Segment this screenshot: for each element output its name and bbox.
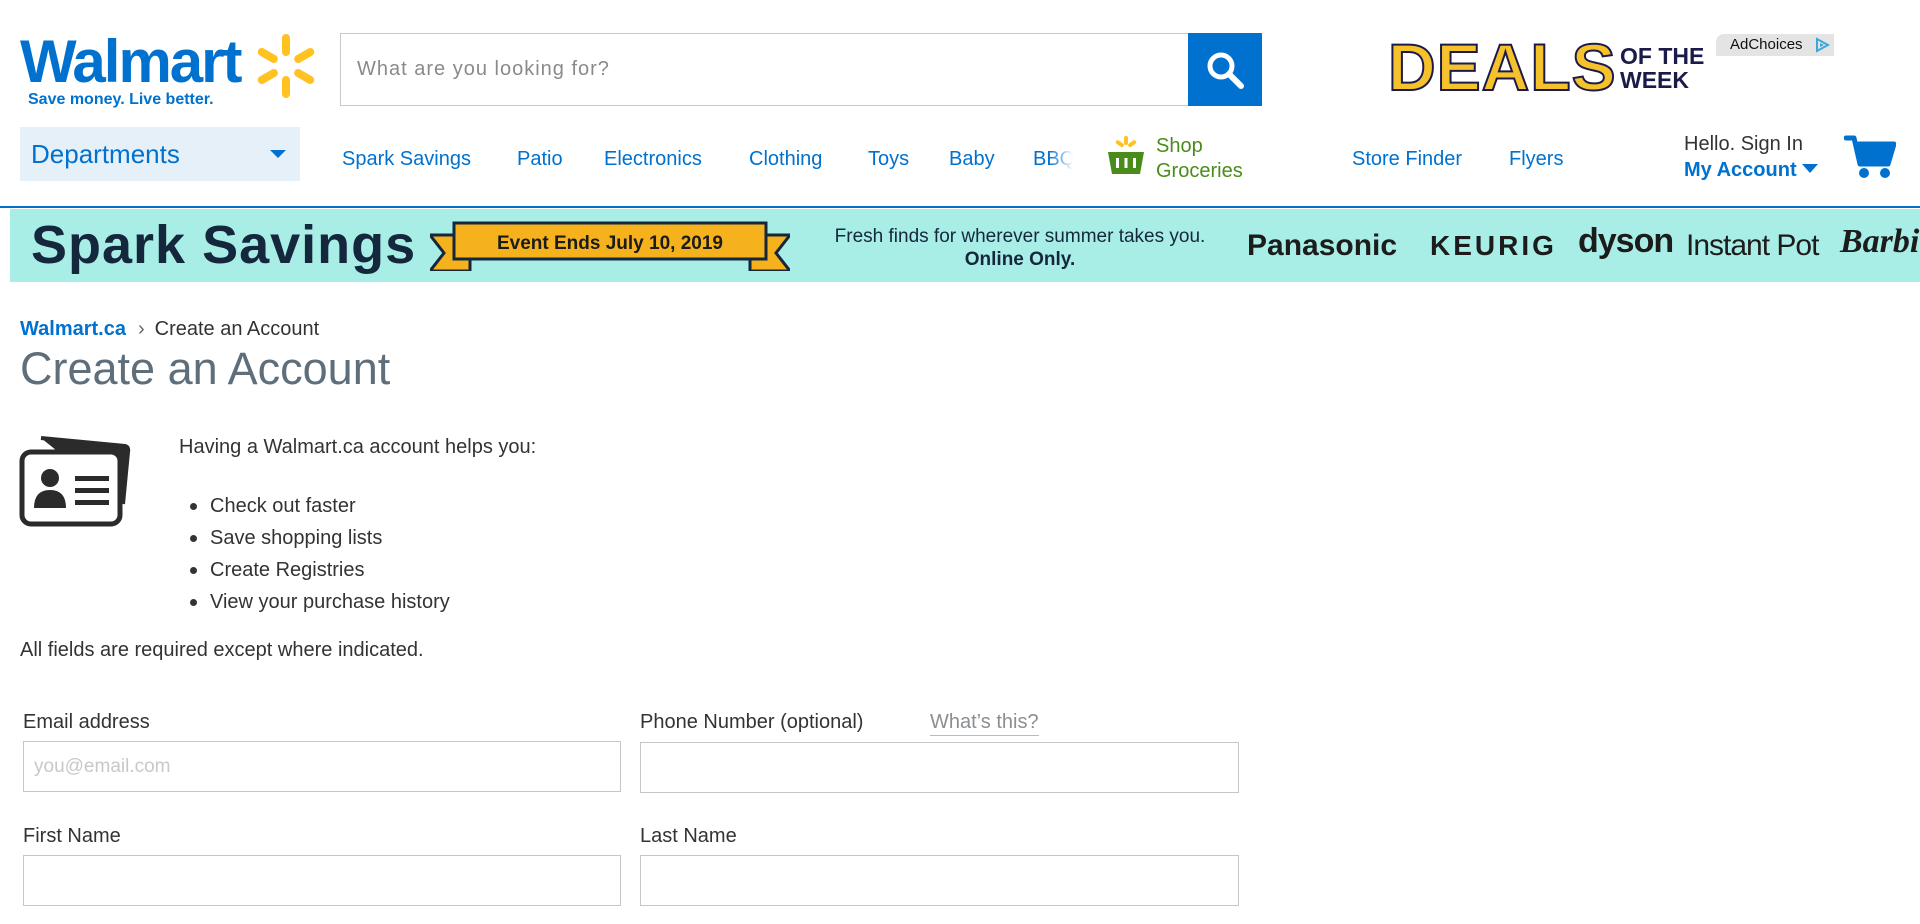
spark-savings-banner[interactable]: Spark Savings Event Ends July 10, 2019 F…	[10, 209, 1920, 282]
last-name-label: Last Name	[640, 825, 737, 847]
page-title: Create an Account	[20, 343, 391, 394]
logo-wordmark: Walmart	[20, 28, 242, 95]
nav-electronics[interactable]: Electronics	[604, 148, 702, 171]
event-ribbon: Event Ends July 10, 2019	[430, 221, 790, 271]
deals-of-the-week-ad[interactable]: DEALS OF THE WEEK	[1387, 30, 1708, 104]
banner-title: Spark Savings	[31, 215, 417, 275]
banner-tagline-text: Fresh finds for wherever summer takes yo…	[834, 226, 1206, 247]
chevron-down-icon	[270, 150, 286, 158]
bullet-icon	[190, 567, 197, 574]
list-item: Create Registries	[186, 554, 450, 586]
list-item: View your purchase history	[186, 586, 450, 618]
id-card-icon	[19, 436, 131, 527]
brand-keurig: KEURIG	[1430, 230, 1557, 261]
benefit-text: Create Registries	[210, 559, 365, 581]
grocery-basket-icon	[1108, 136, 1144, 174]
nav-patio[interactable]: Patio	[517, 148, 563, 171]
breadcrumb-separator: ›	[137, 318, 145, 340]
ad-deals-text: DEALS	[1387, 30, 1617, 104]
departments-dropdown[interactable]: Departments	[20, 127, 300, 181]
header-divider	[0, 206, 1920, 208]
my-account-label: My Account	[1684, 159, 1797, 181]
search-input[interactable]	[340, 33, 1188, 106]
brand-dyson: dyson	[1578, 222, 1674, 260]
search-bar	[340, 33, 1262, 106]
email-field[interactable]	[23, 741, 621, 792]
logo-tagline: Save money. Live better.	[28, 91, 214, 108]
banner-tagline: Fresh finds for wherever summer takes yo…	[810, 225, 1230, 271]
adchoices-link[interactable]: AdChoices	[1716, 34, 1834, 56]
nav-spark-savings[interactable]: Spark Savings	[342, 148, 471, 171]
benefit-text: Save shopping lists	[210, 527, 383, 549]
shop-groceries-label: Shop Groceries	[1156, 135, 1243, 182]
nav-flyers[interactable]: Flyers	[1509, 148, 1563, 171]
email-label: Email address	[23, 711, 150, 733]
account-menu[interactable]: Hello. Sign In My Account	[1684, 133, 1818, 182]
list-item: Save shopping lists	[186, 522, 450, 554]
brand-panasonic: Panasonic	[1247, 229, 1398, 262]
last-name-field[interactable]	[640, 855, 1239, 906]
nav-bbq[interactable]: BBQ	[1033, 148, 1073, 171]
list-item: Check out faster	[186, 490, 450, 522]
breadcrumb: Walmart.ca › Create an Account	[20, 318, 319, 341]
nav-toys[interactable]: Toys	[868, 148, 909, 171]
brand-barbie: Barbie	[1840, 223, 1920, 260]
walmart-logo[interactable]: Walmart Save money. Live better.	[20, 28, 315, 114]
phone-field[interactable]	[640, 742, 1239, 793]
departments-label: Departments	[31, 138, 180, 169]
account-benefits-intro: Having a Walmart.ca account helps you:	[179, 436, 537, 458]
required-fields-note: All fields are required except where ind…	[20, 639, 424, 661]
banner-online-only: Online Only.	[964, 249, 1076, 270]
my-account-link[interactable]: My Account	[1684, 159, 1818, 182]
ad-week-text: OF THE WEEK	[1620, 44, 1720, 92]
nav-baby[interactable]: Baby	[949, 148, 995, 171]
adchoices-label: AdChoices	[1730, 36, 1803, 53]
bullet-icon	[190, 503, 197, 510]
bullet-icon	[190, 535, 197, 542]
breadcrumb-home-link[interactable]: Walmart.ca	[20, 318, 126, 340]
spark-logo-icon	[257, 34, 315, 98]
brand-instant-pot: Instant Pot	[1686, 229, 1819, 262]
adchoices-icon	[1816, 37, 1830, 53]
benefit-text: Check out faster	[210, 495, 356, 517]
phone-help-link[interactable]: What’s this?	[930, 711, 1039, 736]
phone-label: Phone Number (optional)	[640, 711, 864, 733]
account-benefits-list: Check out faster Save shopping lists Cre…	[186, 490, 450, 618]
first-name-field[interactable]	[23, 855, 621, 906]
breadcrumb-current: Create an Account	[154, 318, 320, 340]
search-icon	[1207, 52, 1244, 89]
search-button[interactable]	[1188, 33, 1262, 106]
event-end-text: Event Ends July 10, 2019	[496, 233, 723, 254]
benefit-text: View your purchase history	[210, 591, 450, 613]
cart-icon[interactable]	[1844, 134, 1896, 180]
bullet-icon	[190, 599, 197, 606]
first-name-label: First Name	[23, 825, 121, 847]
ad-of-the-week: OF THE WEEK	[1620, 43, 1705, 93]
sign-in-greeting[interactable]: Hello. Sign In	[1684, 133, 1818, 156]
chevron-down-icon	[1801, 164, 1818, 173]
nav-clothing[interactable]: Clothing	[749, 148, 822, 171]
nav-store-finder[interactable]: Store Finder	[1352, 148, 1462, 171]
